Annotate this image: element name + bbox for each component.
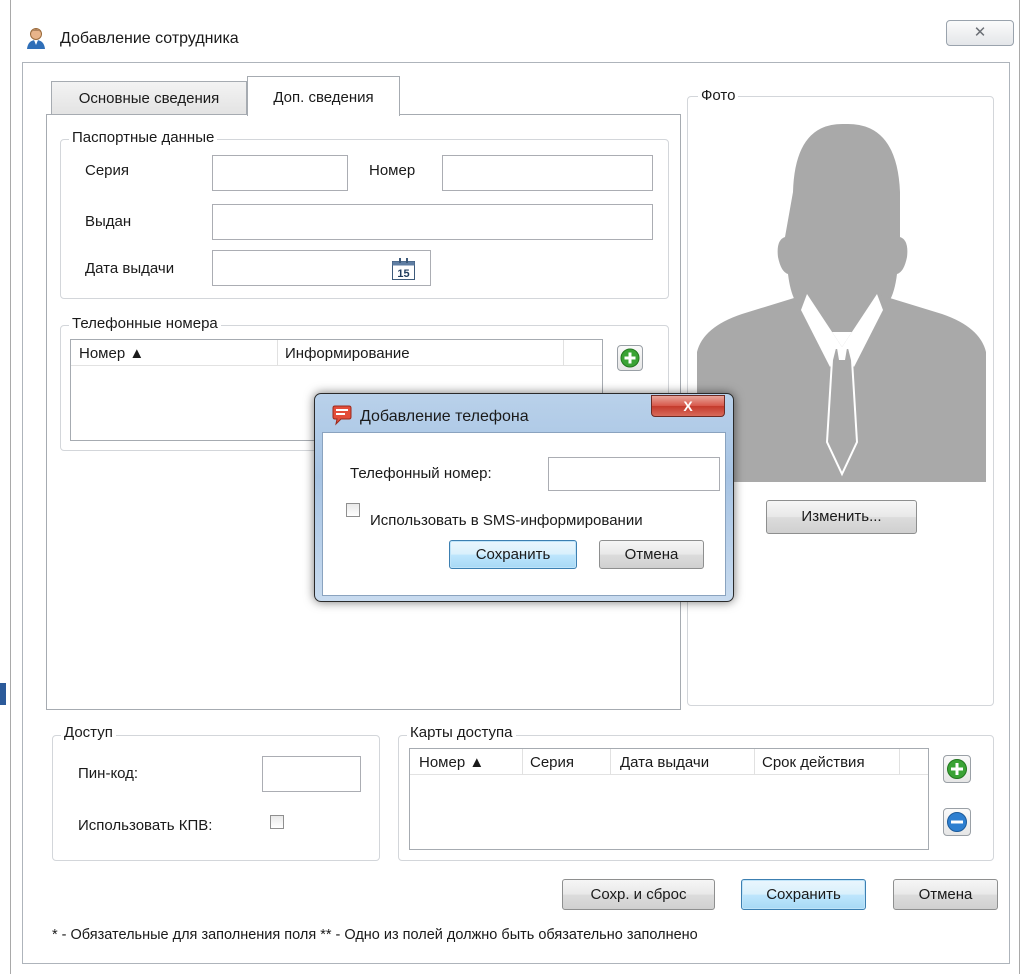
cards-column-series[interactable]: Серия [530, 754, 574, 771]
person-icon [24, 26, 48, 50]
access-legend: Доступ [61, 724, 116, 741]
remove-icon [947, 812, 967, 832]
save-and-reset-button[interactable]: Сохр. и сброс [562, 879, 715, 910]
dialog-title: Добавление телефона [360, 408, 529, 425]
phone-number-label: Телефонный номер: [350, 465, 492, 482]
tab-label: Основные сведения [78, 90, 220, 107]
save-button[interactable]: Сохранить [741, 879, 866, 910]
dialog-save-button[interactable]: Сохранить [449, 540, 577, 569]
kpv-label: Использовать КПВ: [78, 817, 213, 834]
cards-table[interactable]: Номер ▲ Серия Дата выдачи Срок действия [409, 748, 929, 850]
sms-checkbox[interactable] [346, 503, 360, 517]
issued-by-label: Выдан [85, 213, 132, 230]
column-separator [563, 340, 564, 366]
number-label: Номер [369, 162, 416, 179]
add-icon [947, 759, 967, 779]
phones-column-notify[interactable]: Информирование [285, 345, 410, 362]
series-input[interactable] [212, 155, 348, 191]
tab-label: Доп. сведения [273, 89, 374, 106]
issue-date-input[interactable] [213, 251, 385, 285]
column-separator [277, 340, 278, 366]
calendar-day: 15 [397, 268, 409, 280]
photo-placeholder [697, 122, 986, 482]
phone-number-input[interactable] [548, 457, 720, 491]
pin-label: Пин-код: [78, 765, 139, 782]
dialog-cancel-button[interactable]: Отмена [599, 540, 704, 569]
number-input[interactable] [442, 155, 653, 191]
sms-icon [331, 405, 353, 427]
tab-extra-info[interactable]: Доп. сведения [247, 76, 400, 116]
pin-input[interactable] [262, 756, 361, 792]
cancel-button[interactable]: Отмена [893, 879, 998, 910]
column-separator [899, 749, 900, 775]
window-title: Добавление сотрудника [60, 30, 239, 47]
issue-date-picker[interactable]: 15 [212, 250, 431, 286]
close-icon: ✕ [973, 24, 987, 41]
dialog-close-button[interactable]: X [651, 395, 725, 417]
cards-legend: Карты доступа [407, 724, 516, 741]
remove-card-button[interactable] [943, 808, 971, 836]
calendar-icon[interactable]: 15 [391, 257, 417, 281]
issued-by-input[interactable] [212, 204, 653, 240]
column-separator [754, 749, 755, 775]
close-button[interactable]: ✕ [946, 20, 1014, 46]
change-photo-button[interactable]: Изменить... [766, 500, 917, 534]
cards-table-header: Номер ▲ Серия Дата выдачи Срок действия [410, 749, 928, 775]
phones-column-number[interactable]: Номер ▲ [79, 345, 144, 362]
cards-column-issue-date[interactable]: Дата выдачи [620, 754, 709, 771]
tab-main-info[interactable]: Основные сведения [51, 81, 247, 115]
window-edge-marker [0, 683, 6, 705]
add-card-button[interactable] [943, 755, 971, 783]
cards-column-number[interactable]: Номер ▲ [419, 754, 484, 771]
issue-date-label: Дата выдачи [85, 260, 175, 277]
phones-table-header: Номер ▲ Информирование [71, 340, 602, 366]
close-icon: X [683, 398, 693, 414]
series-label: Серия [85, 162, 130, 179]
required-fields-footnote: * - Обязательные для заполнения поля ** … [52, 927, 698, 943]
kpv-checkbox[interactable] [270, 815, 284, 829]
access-group [52, 735, 380, 861]
column-separator [610, 749, 611, 775]
photo-legend: Фото [698, 87, 739, 104]
column-separator [522, 749, 523, 775]
add-icon [620, 348, 640, 368]
sms-checkbox-label: Использовать в SMS-информировании [370, 512, 643, 529]
person-silhouette-icon [697, 123, 986, 482]
phones-legend: Телефонные номера [69, 315, 221, 332]
dialog-client-area: Телефонный номер: Использовать в SMS-инф… [322, 432, 726, 596]
cards-column-expiry[interactable]: Срок действия [762, 754, 865, 771]
add-phone-button[interactable] [617, 345, 643, 371]
add-phone-dialog: Добавление телефона X Телефонный номер: … [314, 393, 734, 602]
passport-legend: Паспортные данные [69, 129, 218, 146]
